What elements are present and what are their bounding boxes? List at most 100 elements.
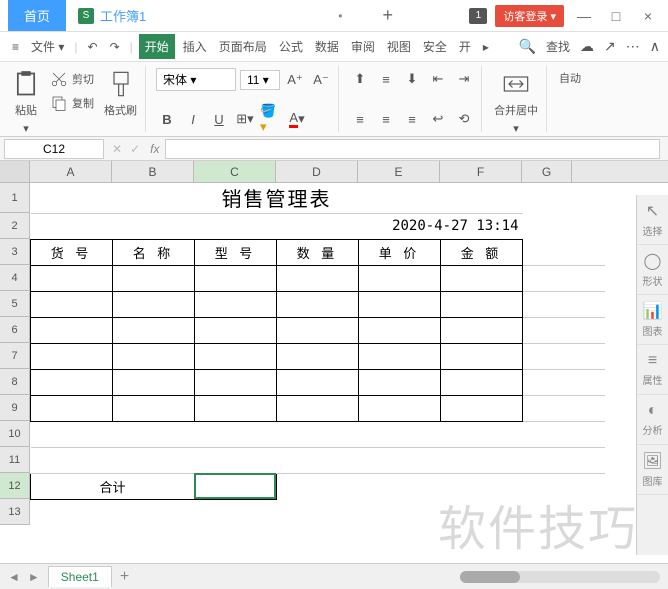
side-shape[interactable]: ◯形状	[637, 245, 668, 295]
tab-pagelayout[interactable]: 页面布局	[215, 36, 271, 57]
horizontal-scrollbar[interactable]	[460, 571, 660, 583]
workbook-tab[interactable]: S 工作簿1	[66, 6, 158, 25]
underline-button[interactable]: U	[208, 108, 230, 130]
tab-view[interactable]: 视图	[383, 36, 415, 57]
close-button[interactable]: ×	[636, 8, 660, 24]
more-icon[interactable]: ⋯	[626, 38, 640, 55]
auto-button[interactable]: 自动	[557, 68, 583, 88]
scrollbar-thumb[interactable]	[460, 571, 520, 583]
font-color-button[interactable]: A▾	[286, 108, 308, 130]
col-header-c[interactable]: C	[194, 161, 276, 182]
col-header-f[interactable]: F	[440, 161, 522, 182]
cloud-icon[interactable]: ☁	[580, 38, 594, 55]
row-header-7[interactable]: 7	[0, 343, 30, 369]
align-center-icon[interactable]: ≡	[375, 108, 397, 130]
row-header-13[interactable]: 13	[0, 499, 30, 525]
font-name-select[interactable]: 宋体 ▾	[156, 68, 236, 91]
border-button[interactable]: ⊞▾	[234, 108, 256, 130]
side-analyze[interactable]: ◐分析	[637, 395, 668, 445]
select-all-corner[interactable]	[0, 161, 30, 182]
sheet-date[interactable]: 2020-4-27 13:14	[31, 213, 523, 239]
formula-bar[interactable]	[165, 139, 660, 159]
header-xinghao[interactable]: 型 号	[195, 239, 277, 265]
col-header-g[interactable]: G	[522, 161, 572, 182]
header-mingcheng[interactable]: 名 称	[113, 239, 195, 265]
minimize-button[interactable]: —	[572, 8, 596, 24]
maximize-button[interactable]: □	[604, 8, 628, 24]
italic-button[interactable]: I	[182, 108, 204, 130]
row-header-10[interactable]: 10	[0, 421, 30, 447]
home-tab[interactable]: 首页	[8, 0, 66, 31]
sheet-tab[interactable]: Sheet1	[48, 566, 112, 587]
row-header-4[interactable]: 4	[0, 265, 30, 291]
row-header-1[interactable]: 1	[0, 183, 30, 213]
search-label[interactable]: 查找	[546, 38, 570, 55]
tab-security[interactable]: 安全	[419, 36, 451, 57]
total-label-cell[interactable]: 合计	[31, 473, 195, 499]
align-left-icon[interactable]: ≡	[349, 108, 371, 130]
side-gallery[interactable]: 🖼图库	[637, 445, 668, 495]
indent-increase-icon[interactable]: ⇥	[453, 68, 475, 90]
tab-formula[interactable]: 公式	[275, 36, 307, 57]
wrap-text-icon[interactable]: ↩	[427, 108, 449, 130]
align-top-icon[interactable]: ⬆	[349, 68, 371, 90]
align-bottom-icon[interactable]: ⬇	[401, 68, 423, 90]
file-menu[interactable]: 文件 ▾	[27, 36, 68, 57]
increase-font-icon[interactable]: A⁺	[284, 69, 306, 91]
row-header-5[interactable]: 5	[0, 291, 30, 317]
align-right-icon[interactable]: ≡	[401, 108, 423, 130]
collapse-ribbon-icon[interactable]: ∧	[650, 38, 660, 55]
fill-color-button[interactable]: 🪣▾	[260, 108, 282, 130]
tab-start[interactable]: 开始	[139, 34, 175, 59]
sheet-prev-icon[interactable]: ◄	[8, 570, 20, 584]
col-header-e[interactable]: E	[358, 161, 440, 182]
row-header-12[interactable]: 12	[0, 473, 30, 499]
row-header-6[interactable]: 6	[0, 317, 30, 343]
font-size-select[interactable]: 11 ▾	[240, 70, 280, 90]
header-shuliang[interactable]: 数 量	[277, 239, 359, 265]
paste-button[interactable]: 粘贴▾	[10, 68, 42, 137]
tab-data[interactable]: 数据	[311, 36, 343, 57]
notification-badge[interactable]: 1	[469, 8, 487, 24]
col-header-a[interactable]: A	[30, 161, 112, 182]
side-select[interactable]: ↖选择	[637, 195, 668, 245]
sheet-title[interactable]: 销售管理表	[31, 183, 523, 213]
decrease-font-icon[interactable]: A⁻	[310, 69, 332, 91]
row-header-8[interactable]: 8	[0, 369, 30, 395]
sheet-next-icon[interactable]: ►	[28, 570, 40, 584]
side-props[interactable]: ≡属性	[637, 345, 668, 395]
row-header-9[interactable]: 9	[0, 395, 30, 421]
copy-button[interactable]: 复制	[48, 92, 96, 114]
indent-decrease-icon[interactable]: ⇤	[427, 68, 449, 90]
col-header-b[interactable]: B	[112, 161, 194, 182]
format-painter-button[interactable]: 格式刷	[102, 68, 139, 137]
side-chart[interactable]: 📊图表	[637, 295, 668, 345]
merge-center-button[interactable]: 合并居中▾	[492, 68, 540, 137]
fx-confirm-icon[interactable]: ✓	[130, 142, 140, 156]
row-header-3[interactable]: 3	[0, 239, 30, 265]
header-danjia[interactable]: 单 价	[359, 239, 441, 265]
tab-dev[interactable]: 开	[455, 36, 475, 57]
header-huohao[interactable]: 货 号	[31, 239, 113, 265]
hamburger-icon[interactable]: ≡	[8, 38, 23, 56]
fx-cancel-icon[interactable]: ✕	[112, 142, 122, 156]
cells[interactable]: 销售管理表 2020-4-27 13:14 货 号 名 称 型 号 数 量 单 …	[30, 183, 605, 525]
share-icon[interactable]: ↗	[604, 38, 616, 55]
add-sheet-button[interactable]: +	[120, 568, 129, 586]
fx-icon[interactable]: fx	[150, 142, 159, 156]
tab-overflow-icon[interactable]: ▸	[479, 38, 493, 56]
guest-login-button[interactable]: 访客登录 ▾	[495, 5, 564, 27]
row-header-2[interactable]: 2	[0, 213, 30, 239]
tab-insert[interactable]: 插入	[179, 36, 211, 57]
align-middle-icon[interactable]: ≡	[375, 68, 397, 90]
name-box[interactable]: C12	[4, 139, 104, 159]
bold-button[interactable]: B	[156, 108, 178, 130]
cut-button[interactable]: 剪切	[48, 68, 96, 90]
new-tab-button[interactable]: +	[382, 5, 393, 26]
redo-icon[interactable]: ↷	[106, 38, 124, 56]
orientation-icon[interactable]: ⟲	[453, 108, 475, 130]
search-icon[interactable]: 🔍	[519, 38, 536, 55]
col-header-d[interactable]: D	[276, 161, 358, 182]
header-jine[interactable]: 金 额	[441, 239, 523, 265]
row-header-11[interactable]: 11	[0, 447, 30, 473]
